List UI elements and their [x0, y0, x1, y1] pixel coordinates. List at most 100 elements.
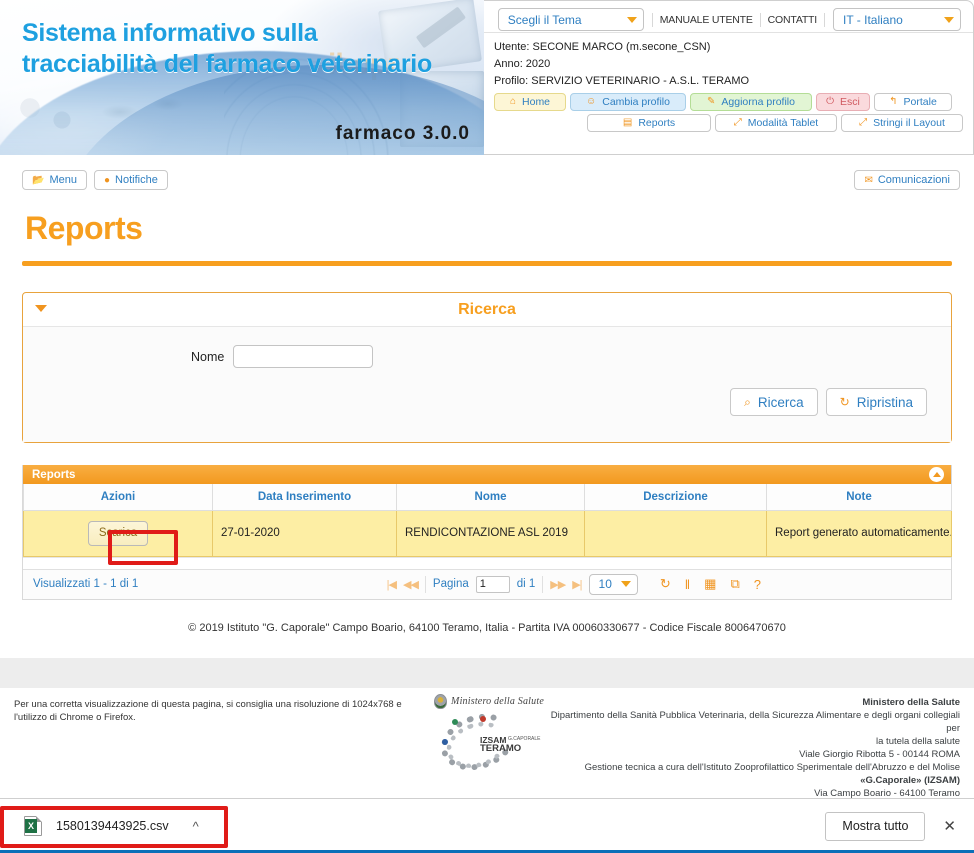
collapse-triangle-icon[interactable]: [35, 305, 47, 312]
notifiche-button[interactable]: ● Notifiche: [93, 170, 168, 190]
reports-grid: Reports Azioni Data Inserimento Nome Des…: [22, 465, 952, 600]
contacts-link[interactable]: CONTATTI: [761, 12, 825, 27]
footer-logos: Ministero della Salute IZSAM G.CAPORALE …: [424, 693, 554, 779]
stringi-layout-label: Stringi il Layout: [873, 117, 945, 129]
home-button-label: Home: [522, 96, 551, 108]
table-icon[interactable]: ▦: [704, 576, 716, 592]
italy-crest-icon: [434, 693, 448, 709]
cambia-profilo-button[interactable]: ☺ Cambia profilo: [570, 93, 686, 111]
chevron-up-icon: [932, 472, 941, 477]
pager-divider: [542, 575, 544, 593]
app-toolbar: 📂 Menu ● Notifiche ✉ Comunicazioni: [0, 160, 974, 202]
column-header-nome[interactable]: Nome: [396, 484, 585, 511]
page-total: di 1: [516, 578, 536, 590]
izsam-label-small: G.CAPORALE: [508, 735, 541, 742]
scarica-button[interactable]: Scarica: [87, 520, 149, 546]
comunicazioni-button[interactable]: ✉ Comunicazioni: [854, 170, 960, 190]
aggiorna-profilo-label: Aggiorna profilo: [721, 96, 795, 108]
pagination-controls: |◀ ◀◀ Pagina di 1 ▶▶ ▶| 10: [387, 573, 638, 595]
address-line-4: Viale Giorgio Ribotta 5 - 00144 ROMA: [799, 748, 960, 760]
column-header-azioni[interactable]: Azioni: [23, 484, 213, 511]
profile-line: Profilo: SERVIZIO VETERINARIO - A.S.L. T…: [494, 75, 750, 87]
home-icon: ⌂: [509, 96, 517, 107]
banner-title-line1: Sistema informativo sulla: [22, 19, 318, 47]
expand-icon: ⤢: [733, 117, 742, 128]
pause-icon[interactable]: ‖: [685, 577, 690, 592]
theme-select-value: Scegli il Tema: [507, 12, 582, 27]
search-panel-actions: ⌕ Ricerca ↻ Ripristina: [23, 368, 951, 416]
refresh-icon[interactable]: ↻: [660, 576, 671, 592]
footer-grey-separator: [0, 657, 974, 688]
mostra-tutto-button[interactable]: Mostra tutto: [825, 811, 926, 841]
search-panel-body: Nome ⌕ Ricerca ↻ Ripristina: [23, 327, 951, 442]
result-count: Visualizzati 1 - 1 di 1: [33, 578, 139, 590]
ricerca-button[interactable]: ⌕ Ricerca: [730, 388, 818, 416]
izsam-dot-green: [452, 718, 458, 725]
portale-button[interactable]: ↰ Portale: [874, 93, 952, 111]
aggiorna-profilo-button[interactable]: ✎ Aggiorna profilo: [690, 93, 812, 111]
cell-azioni: Scarica: [23, 509, 213, 557]
chevron-down-icon: [626, 16, 637, 23]
table-row[interactable]: Scarica 27-01-2020 RENDICONTAZIONE ASL 2…: [23, 509, 952, 557]
language-select[interactable]: IT - Italiano: [833, 8, 961, 31]
bell-icon: ●: [103, 174, 111, 186]
theme-select[interactable]: Scegli il Tema: [497, 8, 644, 31]
column-header-note[interactable]: Note: [766, 484, 952, 511]
refresh-icon: ↻: [839, 395, 850, 409]
user-line: Utente: SECONE MARCO (m.secone_CSN): [494, 41, 711, 53]
modalita-tablet-button[interactable]: ⤢ Modalità Tablet: [715, 114, 837, 132]
stringi-layout-button[interactable]: ⤢ Stringi il Layout: [841, 114, 963, 132]
pager-divider: [424, 575, 426, 593]
address-line-5: Gestione tecnica a cura dell'Istituto Zo…: [584, 761, 960, 773]
main-content: Ricerca Nome ⌕ Ricerca ↻ Ripristina Repo…: [0, 292, 974, 634]
column-header-data-inserimento[interactable]: Data Inserimento: [212, 484, 397, 511]
grid-collapse-button[interactable]: [929, 467, 944, 482]
ripristina-button[interactable]: ↻ Ripristina: [825, 388, 927, 416]
comunicazioni-button-label: Comunicazioni: [877, 174, 950, 186]
prev-page-icon[interactable]: ◀◀: [403, 578, 419, 591]
footer-info: Per una corretta visualizzazione di ques…: [0, 688, 974, 799]
ministero-logo-text: Ministero della Salute: [451, 695, 544, 707]
reports-label: Reports: [638, 117, 676, 129]
save-icon: ▤: [622, 117, 633, 128]
ricerca-button-label: Ricerca: [757, 394, 804, 410]
notifiche-button-label: Notifiche: [115, 174, 158, 186]
page-size-select[interactable]: 10: [588, 573, 638, 595]
grid-caption: Reports: [32, 468, 76, 481]
manual-link[interactable]: MANUALE UTENTE: [651, 12, 761, 27]
nome-input[interactable]: [233, 345, 374, 368]
search-panel-header: Ricerca: [23, 293, 951, 327]
close-icon[interactable]: ✕: [943, 817, 960, 835]
download-item[interactable]: X 1580139443925.csv ^: [14, 816, 199, 836]
header-region: ibopr Sistema informativo sulla tracciab…: [0, 0, 974, 160]
banner-title-line2: tracciabilità del farmaco veterinario: [22, 50, 432, 78]
copy-icon[interactable]: ⧉: [730, 576, 739, 592]
column-header-descrizione[interactable]: Descrizione: [584, 484, 767, 511]
last-page-icon[interactable]: ▶|: [572, 578, 582, 591]
banner-version: farmaco 3.0.0: [335, 123, 470, 144]
ministry-address-block: Ministero della Salute Dipartimento dell…: [550, 696, 960, 800]
excel-csv-icon: X: [24, 816, 42, 836]
menu-button[interactable]: 📂 Menu: [22, 170, 87, 190]
cell-data-inserimento: 27-01-2020: [212, 509, 397, 557]
home-button[interactable]: ⌂ Home: [494, 93, 566, 111]
esci-button[interactable]: ⏻ Esci: [816, 93, 870, 111]
cell-note: Report generato automaticamente. N: [766, 509, 952, 557]
page-title: Reports: [25, 210, 143, 246]
menu-button-label: Menu: [49, 174, 77, 186]
reports-button[interactable]: ▤ Reports: [587, 114, 711, 132]
page-number-input[interactable]: [475, 575, 510, 593]
table-header-row: Azioni Data Inserimento Nome Descrizione…: [23, 484, 952, 511]
izsam-label-2: TERAMO: [480, 742, 522, 754]
chevron-up-icon[interactable]: ^: [193, 819, 199, 834]
next-page-icon[interactable]: ▶▶: [550, 578, 566, 591]
help-icon[interactable]: ?: [754, 577, 761, 592]
esci-label: Esci: [840, 96, 860, 108]
download-bar-right: Mostra tutto ✕: [825, 811, 960, 841]
header-buttons-row-2: ▤ Reports ⤢ Modalità Tablet ⤢ Stringi il…: [484, 111, 973, 132]
session-info: Utente: SECONE MARCO (m.secone_CSN) Anno…: [484, 33, 973, 90]
nome-field-row: Nome: [23, 345, 951, 368]
first-page-icon[interactable]: |◀: [387, 578, 397, 591]
page-title-region: Reports: [0, 202, 974, 266]
ministero-logo: Ministero della Salute: [424, 693, 554, 709]
